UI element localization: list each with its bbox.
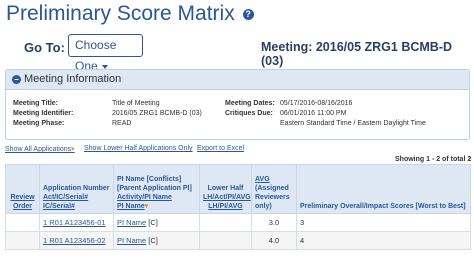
table-row: 1 R01 A123456-02 PI Name [C] 4.0 4: [5, 231, 471, 250]
meeting-info-header[interactable]: − Meeting Information: [6, 70, 469, 90]
collapse-icon[interactable]: −: [12, 74, 21, 84]
lower-half-header-1: Lower Half: [207, 185, 244, 192]
col-scores: Preliminary Overall/Impact Scores [Worst…: [296, 164, 471, 214]
meeting-phase-value: READ: [112, 120, 132, 127]
col-lower-half[interactable]: Lower Half LH/Act/PI/AVG LH/PI/AVG: [199, 164, 252, 214]
col-application-number[interactable]: Application Number Act/IC/Serial# IC/Ser…: [39, 164, 114, 214]
avg-header-1[interactable]: AVG: [255, 175, 293, 184]
timezone-value: Eastern Standard Time / Eastern Daylight…: [280, 120, 426, 127]
pi-header-1: PI Name [Conflicts]: [117, 176, 182, 183]
pi-header-3[interactable]: Activity/PI Name: [117, 193, 196, 202]
show-lower-half-link[interactable]: Show Lower Half Applications Only: [84, 145, 193, 152]
meeting-heading: Meeting: 2016/05 ZRG1 BCMB-D (03): [261, 40, 453, 68]
meeting-dates-value: 05/17/2016-08/16/2016: [280, 100, 353, 107]
col-avg[interactable]: AVG (Assigned Reviewers only): [251, 164, 297, 214]
table-header-row: Review Order Application Number Act/IC/S…: [5, 164, 471, 214]
conflict-flag: [C]: [148, 236, 158, 245]
page-title-text: Preliminary Score Matrix: [6, 2, 235, 25]
meeting-title-value: Title of Meeting: [112, 100, 160, 107]
export-excel-link[interactable]: Export to Excel: [197, 145, 244, 152]
meeting-info-title: Meeting Information: [24, 73, 122, 85]
help-icon[interactable]: ?: [242, 8, 254, 20]
lower-half-header-2[interactable]: LH/Act/PI/AVG: [203, 193, 251, 202]
show-all-link[interactable]: Show All Applications▾: [5, 145, 75, 153]
scores-header: Preliminary Overall/Impact Scores [Worst…: [300, 203, 466, 210]
avg-header-2: (Assigned: [255, 185, 289, 192]
avg-header-4: only): [255, 203, 272, 210]
showing-count: Showing 1 - 2 of total 2: [395, 156, 472, 163]
conflict-flag: [C]: [148, 218, 158, 227]
pi-name-link[interactable]: PI Name: [117, 236, 146, 245]
lower-half-cell: [199, 213, 252, 232]
meeting-identifier-label: Meeting Identifier:: [13, 110, 74, 117]
sort-indicator-icon: ▾: [144, 203, 149, 210]
critiques-due-value: 06/01/2016 11:00 PM: [280, 110, 347, 117]
score-matrix-table: Review Order Application Number Act/IC/S…: [5, 164, 471, 250]
meeting-title-label: Meeting Title:: [13, 100, 58, 107]
lower-half-header-3[interactable]: LH/PI/AVG: [203, 202, 248, 211]
review-order-cell: [5, 213, 40, 232]
col-review-order[interactable]: Review Order: [5, 164, 40, 214]
avg-cell: 4.0: [251, 231, 297, 250]
sort-hat-icon: ▾: [71, 146, 75, 153]
meeting-dates-label: Meeting Dates:: [225, 100, 275, 107]
app-number-header-3[interactable]: IC/Serial#: [43, 202, 110, 211]
goto-dropdown-value: Choose One: [75, 38, 117, 73]
lower-half-cell: [199, 231, 252, 250]
show-all-link-text: Show All Applications: [5, 146, 72, 153]
avg-header-3: Reviewers: [255, 194, 290, 201]
critiques-due-label: Critiques Due:: [225, 110, 273, 117]
pi-header-4[interactable]: PI Name: [117, 203, 145, 210]
goto-dropdown[interactable]: Choose One: [68, 34, 143, 73]
app-number-header-2[interactable]: Act/IC/Serial#: [43, 193, 110, 202]
table-row: 1 R01 A123456-01 PI Name [C] 3.0 3: [5, 213, 471, 232]
goto-label: Go To:: [24, 40, 65, 55]
pi-name-link[interactable]: PI Name: [117, 218, 146, 227]
score-cell: 4: [296, 231, 471, 250]
meeting-identifier-value: 2016/05 ZRG1 BCMB-D (03): [112, 110, 202, 117]
application-number-link[interactable]: 1 R01 A123456-01: [43, 218, 106, 227]
review-order-header: Review Order: [10, 194, 35, 210]
review-order-cell: [5, 231, 40, 250]
application-number-link[interactable]: 1 R01 A123456-02: [43, 236, 106, 245]
meeting-phase-label: Meeting Phase:: [13, 120, 65, 127]
score-cell: 3: [296, 213, 471, 232]
page-title: Preliminary Score Matrix ?: [6, 2, 254, 26]
app-number-header-1: Application Number: [43, 185, 110, 192]
pi-header-2: [Parent Application PI]: [117, 185, 192, 192]
avg-cell: 3.0: [251, 213, 297, 232]
col-pi-name[interactable]: PI Name [Conflicts] [Parent Application …: [113, 164, 200, 214]
